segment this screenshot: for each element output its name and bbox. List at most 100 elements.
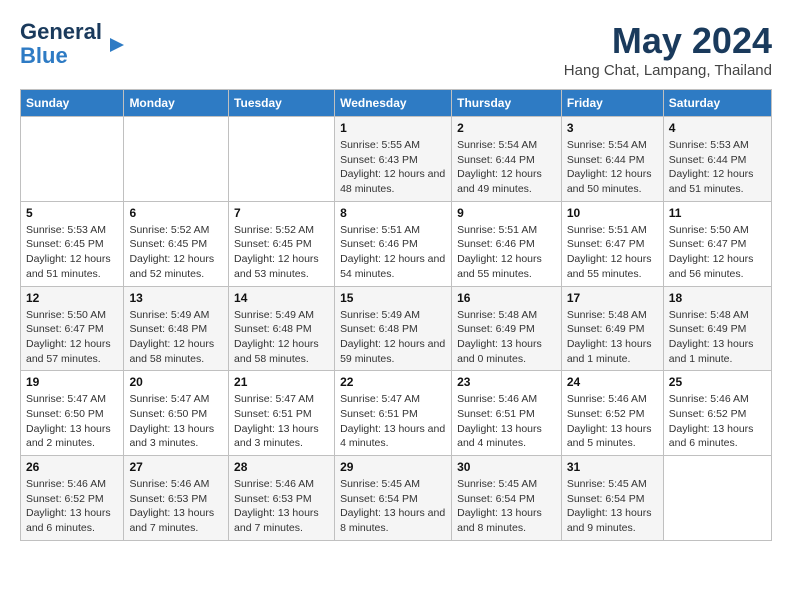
- calendar-table: SundayMondayTuesdayWednesdayThursdayFrid…: [20, 89, 772, 541]
- calendar-cell: 25 Sunrise: 5:46 AMSunset: 6:52 PMDayligh…: [663, 371, 771, 456]
- day-info: Sunrise: 5:46 AMSunset: 6:53 PMDaylight:…: [234, 477, 329, 536]
- day-info: Sunrise: 5:51 AMSunset: 6:46 PMDaylight:…: [457, 223, 556, 282]
- day-info: Sunrise: 5:47 AMSunset: 6:51 PMDaylight:…: [234, 392, 329, 451]
- day-info: Sunrise: 5:49 AMSunset: 6:48 PMDaylight:…: [129, 308, 223, 367]
- calendar-cell: 3 Sunrise: 5:54 AMSunset: 6:44 PMDaylight…: [561, 117, 663, 202]
- day-info: Sunrise: 5:46 AMSunset: 6:52 PMDaylight:…: [669, 392, 766, 451]
- day-info: Sunrise: 5:46 AMSunset: 6:52 PMDaylight:…: [567, 392, 658, 451]
- page-header: General Blue May 2024 Hang Chat, Lampang…: [20, 20, 772, 79]
- calendar-cell: 28 Sunrise: 5:46 AMSunset: 6:53 PMDayligh…: [229, 456, 335, 541]
- weekday-header-row: SundayMondayTuesdayWednesdayThursdayFrid…: [21, 90, 772, 117]
- logo-arrow-icon: [106, 34, 128, 56]
- calendar-cell: 17Sunrise: 5:48 AMSunset: 6:49 PMDayligh…: [561, 286, 663, 371]
- calendar-cell: 6Sunrise: 5:52 AMSunset: 6:45 PMDaylight…: [124, 201, 229, 286]
- day-info: Sunrise: 5:52 AMSunset: 6:45 PMDaylight:…: [129, 223, 223, 282]
- day-number: 18: [669, 291, 766, 305]
- calendar-cell: 4 Sunrise: 5:53 AMSunset: 6:44 PMDaylight…: [663, 117, 771, 202]
- calendar-cell: 29 Sunrise: 5:45 AMSunset: 6:54 PMDayligh…: [335, 456, 452, 541]
- weekday-header-wednesday: Wednesday: [335, 90, 452, 117]
- calendar-cell: 27Sunrise: 5:46 AMSunset: 6:53 PMDayligh…: [124, 456, 229, 541]
- day-info: Sunrise: 5:50 AMSunset: 6:47 PMDaylight:…: [669, 223, 766, 282]
- day-info: Sunrise: 5:45 AMSunset: 6:54 PMDaylight:…: [340, 477, 446, 536]
- day-info: Sunrise: 5:55 AMSunset: 6:43 PMDaylight:…: [340, 138, 446, 197]
- day-info: Sunrise: 5:48 AMSunset: 6:49 PMDaylight:…: [567, 308, 658, 367]
- day-number: 10: [567, 206, 658, 220]
- day-number: 25: [669, 375, 766, 389]
- day-number: 9: [457, 206, 556, 220]
- title-block: May 2024 Hang Chat, Lampang, Thailand: [564, 20, 772, 79]
- day-number: 5: [26, 206, 118, 220]
- day-info: Sunrise: 5:46 AMSunset: 6:51 PMDaylight:…: [457, 392, 556, 451]
- calendar-body: 1 Sunrise: 5:55 AMSunset: 6:43 PMDaylight…: [21, 117, 772, 541]
- calendar-cell: 9 Sunrise: 5:51 AMSunset: 6:46 PMDaylight…: [452, 201, 562, 286]
- location-subtitle: Hang Chat, Lampang, Thailand: [564, 62, 772, 79]
- day-number: 29: [340, 460, 446, 474]
- calendar-cell: 20Sunrise: 5:47 AMSunset: 6:50 PMDayligh…: [124, 371, 229, 456]
- calendar-cell: 15Sunrise: 5:49 AMSunset: 6:48 PMDayligh…: [335, 286, 452, 371]
- day-info: Sunrise: 5:53 AMSunset: 6:44 PMDaylight:…: [669, 138, 766, 197]
- day-number: 22: [340, 375, 446, 389]
- day-info: Sunrise: 5:46 AMSunset: 6:53 PMDaylight:…: [129, 477, 223, 536]
- calendar-cell: [124, 117, 229, 202]
- day-info: Sunrise: 5:48 AMSunset: 6:49 PMDaylight:…: [669, 308, 766, 367]
- day-info: Sunrise: 5:47 AMSunset: 6:50 PMDaylight:…: [129, 392, 223, 451]
- day-info: Sunrise: 5:47 AMSunset: 6:50 PMDaylight:…: [26, 392, 118, 451]
- weekday-header-saturday: Saturday: [663, 90, 771, 117]
- day-number: 24: [567, 375, 658, 389]
- calendar-week-5: 26 Sunrise: 5:46 AMSunset: 6:52 PMDayligh…: [21, 456, 772, 541]
- calendar-week-1: 1 Sunrise: 5:55 AMSunset: 6:43 PMDaylight…: [21, 117, 772, 202]
- calendar-cell: 18 Sunrise: 5:48 AMSunset: 6:49 PMDayligh…: [663, 286, 771, 371]
- day-info: Sunrise: 5:47 AMSunset: 6:51 PMDaylight:…: [340, 392, 446, 451]
- day-info: Sunrise: 5:54 AMSunset: 6:44 PMDaylight:…: [567, 138, 658, 197]
- calendar-cell: 31 Sunrise: 5:45 AMSunset: 6:54 PMDayligh…: [561, 456, 663, 541]
- day-number: 30: [457, 460, 556, 474]
- day-number: 11: [669, 206, 766, 220]
- calendar-cell: 2Sunrise: 5:54 AMSunset: 6:44 PMDaylight…: [452, 117, 562, 202]
- calendar-cell: 16Sunrise: 5:48 AMSunset: 6:49 PMDayligh…: [452, 286, 562, 371]
- calendar-week-2: 5 Sunrise: 5:53 AMSunset: 6:45 PMDaylight…: [21, 201, 772, 286]
- day-number: 26: [26, 460, 118, 474]
- calendar-cell: 10 Sunrise: 5:51 AMSunset: 6:47 PMDayligh…: [561, 201, 663, 286]
- day-number: 31: [567, 460, 658, 474]
- calendar-cell: 12Sunrise: 5:50 AMSunset: 6:47 PMDayligh…: [21, 286, 124, 371]
- day-info: Sunrise: 5:48 AMSunset: 6:49 PMDaylight:…: [457, 308, 556, 367]
- day-number: 28: [234, 460, 329, 474]
- day-number: 23: [457, 375, 556, 389]
- calendar-cell: [663, 456, 771, 541]
- calendar-cell: 11 Sunrise: 5:50 AMSunset: 6:47 PMDayligh…: [663, 201, 771, 286]
- calendar-cell: 21 Sunrise: 5:47 AMSunset: 6:51 PMDayligh…: [229, 371, 335, 456]
- day-info: Sunrise: 5:50 AMSunset: 6:47 PMDaylight:…: [26, 308, 118, 367]
- logo-blue: Blue: [20, 43, 68, 68]
- day-info: Sunrise: 5:45 AMSunset: 6:54 PMDaylight:…: [567, 477, 658, 536]
- logo: General Blue: [20, 20, 128, 68]
- day-number: 14: [234, 291, 329, 305]
- day-info: Sunrise: 5:45 AMSunset: 6:54 PMDaylight:…: [457, 477, 556, 536]
- day-info: Sunrise: 5:51 AMSunset: 6:47 PMDaylight:…: [567, 223, 658, 282]
- day-number: 13: [129, 291, 223, 305]
- day-number: 21: [234, 375, 329, 389]
- calendar-cell: 24 Sunrise: 5:46 AMSunset: 6:52 PMDayligh…: [561, 371, 663, 456]
- day-info: Sunrise: 5:51 AMSunset: 6:46 PMDaylight:…: [340, 223, 446, 282]
- day-info: Sunrise: 5:54 AMSunset: 6:44 PMDaylight:…: [457, 138, 556, 197]
- calendar-cell: 5 Sunrise: 5:53 AMSunset: 6:45 PMDaylight…: [21, 201, 124, 286]
- calendar-cell: 22 Sunrise: 5:47 AMSunset: 6:51 PMDayligh…: [335, 371, 452, 456]
- weekday-header-thursday: Thursday: [452, 90, 562, 117]
- calendar-cell: 23 Sunrise: 5:46 AMSunset: 6:51 PMDayligh…: [452, 371, 562, 456]
- day-info: Sunrise: 5:49 AMSunset: 6:48 PMDaylight:…: [234, 308, 329, 367]
- day-number: 1: [340, 121, 446, 135]
- calendar-cell: 8Sunrise: 5:51 AMSunset: 6:46 PMDaylight…: [335, 201, 452, 286]
- calendar-cell: 19Sunrise: 5:47 AMSunset: 6:50 PMDayligh…: [21, 371, 124, 456]
- day-info: Sunrise: 5:52 AMSunset: 6:45 PMDaylight:…: [234, 223, 329, 282]
- weekday-header-friday: Friday: [561, 90, 663, 117]
- logo-general: General: [20, 19, 102, 44]
- day-number: 4: [669, 121, 766, 135]
- calendar-cell: 30 Sunrise: 5:45 AMSunset: 6:54 PMDayligh…: [452, 456, 562, 541]
- calendar-cell: [21, 117, 124, 202]
- day-info: Sunrise: 5:53 AMSunset: 6:45 PMDaylight:…: [26, 223, 118, 282]
- weekday-header-monday: Monday: [124, 90, 229, 117]
- day-number: 7: [234, 206, 329, 220]
- calendar-cell: 7 Sunrise: 5:52 AMSunset: 6:45 PMDaylight…: [229, 201, 335, 286]
- day-info: Sunrise: 5:46 AMSunset: 6:52 PMDaylight:…: [26, 477, 118, 536]
- weekday-header-tuesday: Tuesday: [229, 90, 335, 117]
- day-number: 3: [567, 121, 658, 135]
